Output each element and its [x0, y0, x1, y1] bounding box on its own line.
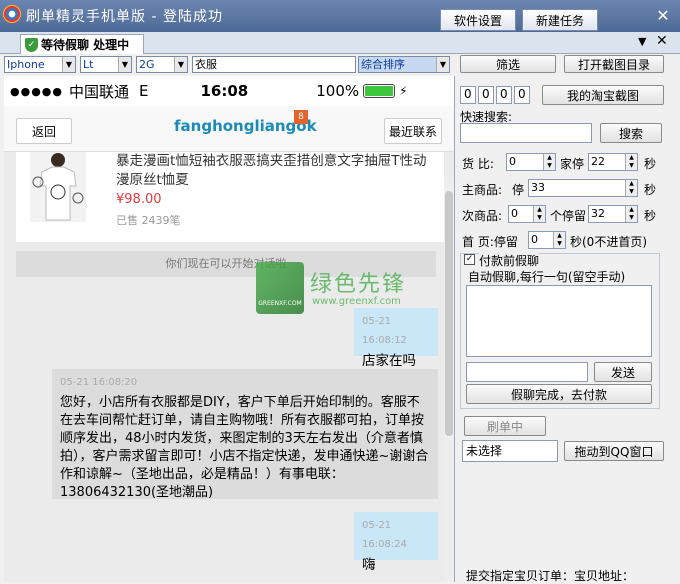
- app-logo-icon: [3, 5, 21, 23]
- shield-icon: ✓: [25, 37, 38, 52]
- open-screenshot-dir-button[interactable]: 打开截图目录: [564, 55, 664, 73]
- recent-contacts-button[interactable]: 最近联系: [384, 118, 442, 144]
- battery-icon: [363, 84, 396, 98]
- sub-stay-stepper[interactable]: 32 ▲ ▼: [588, 205, 638, 223]
- digit-box[interactable]: 0: [460, 86, 476, 104]
- pay-chat-checkbox[interactable]: ✓: [464, 254, 475, 265]
- brushing-button[interactable]: 刷单中: [464, 416, 546, 436]
- tab-dropdown-icon[interactable]: ▼: [638, 35, 646, 48]
- goods-compare-stepper[interactable]: 0 ▲ ▼: [506, 153, 556, 171]
- charging-icon: ⚡: [399, 84, 408, 98]
- phone-screen: ●●●●● 中国联通 E 16:08 100% ⚡ 返回 fanghonglia…: [4, 76, 454, 582]
- chat-message-input[interactable]: [466, 362, 588, 382]
- stay-label: 停: [512, 183, 525, 197]
- battery-text: 100%: [316, 82, 360, 100]
- message-time: 05-21 16:08:20: [60, 377, 138, 388]
- product-title: 暴走漫画t恤短袖衣服恶搞夹歪措创意文字抽屉T性动漫原丝t恤夏: [116, 153, 427, 188]
- divider: [454, 76, 455, 582]
- sort-select[interactable]: 综合排序 ▼: [358, 56, 450, 73]
- chat-done-pay-button[interactable]: 假聊完成，去付款: [466, 384, 652, 404]
- stepper-arrows-icon[interactable]: ▲ ▼: [543, 154, 555, 170]
- stepper-arrows-icon[interactable]: ▲ ▼: [553, 232, 565, 248]
- back-button[interactable]: 返回: [16, 118, 72, 144]
- stepper-arrows-icon[interactable]: ▲ ▼: [533, 206, 545, 222]
- tab-waiting-chat[interactable]: ✓ 等待假聊 处理中: [20, 34, 144, 54]
- home-stay-stepper[interactable]: 0 ▲ ▼: [528, 231, 566, 249]
- seconds-label: 秒: [644, 183, 657, 197]
- chevron-down-icon: ▼: [174, 57, 187, 72]
- digit-box[interactable]: 0: [514, 86, 530, 104]
- filter-button[interactable]: 筛选: [460, 55, 556, 73]
- scrollbar-thumb[interactable]: [445, 191, 453, 436]
- home-stay-label: 首 页:停留: [462, 235, 518, 249]
- shop-stay-label: 家停: [560, 157, 585, 171]
- network-select[interactable]: Lt ▼: [80, 56, 132, 73]
- tab-label: 等待假聊 处理中: [41, 38, 130, 52]
- goods-compare-label: 货 比:: [462, 157, 494, 171]
- phone-status-bar: ●●●●● 中国联通 E 16:08 100% ⚡: [4, 76, 454, 106]
- main-goods-stepper[interactable]: 33 ▲ ▼: [528, 179, 638, 197]
- product-image: [30, 152, 86, 222]
- signal-select[interactable]: 2G ▼: [136, 56, 188, 73]
- drag-to-qq-button[interactable]: 拖动到QQ窗口: [564, 441, 664, 461]
- message-bubble-right: 05-21 16:08:12 店家在吗: [354, 308, 438, 369]
- digit-box[interactable]: 0: [478, 86, 494, 104]
- watermark-text: 绿色先锋: [310, 272, 407, 297]
- watermark-url: www.greenxf.com: [312, 296, 401, 307]
- auto-chat-label: 自动假聊,每行一句(留空手动): [468, 270, 626, 284]
- search-button[interactable]: 搜索: [600, 123, 662, 143]
- device-select[interactable]: Iphone ▼: [4, 56, 76, 73]
- submit-order-label: 提交指定宝贝订单：宝贝地址：: [466, 569, 635, 583]
- quick-search-input[interactable]: [460, 123, 592, 143]
- keyword-input[interactable]: 衣服: [192, 56, 356, 73]
- new-task-button[interactable]: 新建任务: [522, 9, 598, 31]
- seconds-label: 秒: [644, 157, 657, 171]
- tab-close-icon[interactable]: ✕: [656, 33, 668, 49]
- chevron-down-icon: ▼: [118, 57, 131, 72]
- auto-chat-textarea[interactable]: [466, 285, 652, 357]
- chat-nav-bar: 返回 fanghongliangok 8 最近联系: [4, 106, 454, 152]
- stepper-arrows-icon[interactable]: ▲ ▼: [625, 154, 637, 170]
- stepper-arrows-icon[interactable]: ▲ ▼: [625, 206, 637, 222]
- close-window-icon[interactable]: ✕: [654, 6, 672, 25]
- digit-box[interactable]: 0: [496, 86, 512, 104]
- chevron-down-icon: ▼: [436, 57, 449, 72]
- message-time: 05-21 16:08:12: [362, 316, 407, 346]
- main-goods-label: 主商品:: [462, 183, 503, 197]
- unread-badge: 8: [294, 110, 308, 124]
- product-price: ¥98.00: [116, 192, 162, 207]
- chevron-down-icon: ▼: [62, 57, 75, 72]
- shop-stay-stepper[interactable]: 22 ▲ ▼: [588, 153, 638, 171]
- software-settings-button[interactable]: 软件设置: [440, 9, 516, 31]
- stepper-arrows-icon[interactable]: ▲ ▼: [625, 180, 637, 196]
- window-title: 刷单精灵手机单版 - 登陆成功: [26, 9, 223, 25]
- pay-chat-label: 付款前假聊: [479, 252, 540, 269]
- target-window-field[interactable]: 未选择: [462, 440, 558, 462]
- message-text: 您好，小店所有衣服都是DIY，客户下单后开始印制的。客服不在去车间帮忙赶订单，请…: [60, 395, 429, 499]
- watermark-logo: GREENXF.COM: [256, 262, 304, 314]
- product-card[interactable]: 暴走漫画t恤短袖衣服恶搞夹歪措创意文字抽屉T性动漫原丝t恤夏 ¥98.00 已售…: [16, 152, 444, 242]
- my-taobao-screenshot-button[interactable]: 我的淘宝截图: [542, 85, 664, 105]
- home-note: 秒(0不进首页): [570, 235, 647, 249]
- message-time: 05-21 16:08:24: [362, 520, 407, 550]
- message-text: 嗨: [362, 557, 376, 573]
- sub-goods-label: 次商品:: [462, 209, 503, 223]
- phone-time: 16:08: [200, 82, 249, 100]
- product-sold: 已售 2439笔: [116, 214, 181, 227]
- message-bubble-right: 05-21 16:08:24 嗨: [354, 512, 438, 573]
- sub-goods-stepper[interactable]: 0 ▲ ▼: [508, 205, 546, 223]
- message-bubble-left: 05-21 16:08:20 您好，小店所有衣服都是DIY，客户下单后开始印制的…: [52, 369, 438, 499]
- each-stay-label: 个停留: [550, 209, 587, 223]
- carrier: 中国联通: [69, 82, 130, 101]
- signal-dots: ●●●●●: [10, 84, 63, 98]
- seconds-label: 秒: [644, 209, 657, 223]
- send-button[interactable]: 发送: [594, 362, 652, 382]
- network-type: E: [139, 82, 149, 100]
